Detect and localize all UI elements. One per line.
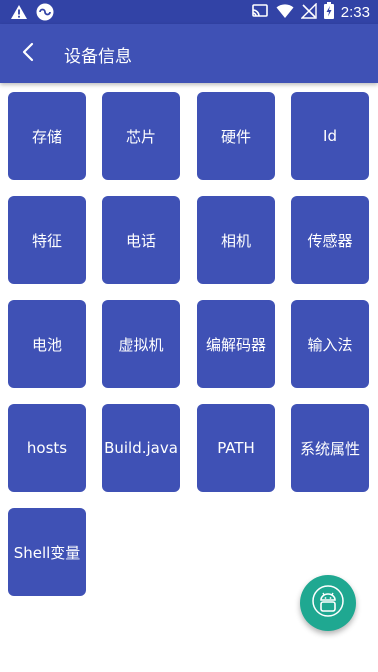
- tile-label: 编解码器: [205, 335, 266, 354]
- back-button[interactable]: [12, 38, 44, 70]
- tile-7[interactable]: 相机: [197, 196, 275, 284]
- tile-1[interactable]: 存储: [8, 92, 86, 180]
- back-arrow-icon: [20, 42, 36, 66]
- tile-9[interactable]: 电池: [8, 300, 86, 388]
- tile-11[interactable]: 编解码器: [197, 300, 275, 388]
- tile-label: Build.java: [104, 439, 178, 457]
- tile-label: Shell变量: [13, 543, 81, 562]
- tile-label: 电话: [125, 231, 156, 250]
- warning-icon: [10, 4, 28, 24]
- battery-charging-icon: [323, 2, 334, 23]
- status-bar: 2:33: [0, 0, 378, 24]
- tile-13[interactable]: hosts: [8, 404, 86, 492]
- tile-label: 电池: [31, 335, 62, 354]
- tile-label: 虚拟机: [118, 335, 164, 354]
- tile-label: Id: [323, 127, 337, 145]
- tile-5[interactable]: 特征: [8, 196, 86, 284]
- tile-label: 硬件: [220, 127, 251, 146]
- tile-label: 相机: [220, 231, 251, 250]
- cast-icon: [251, 3, 269, 23]
- android-fab-button[interactable]: [300, 575, 356, 631]
- tile-label: 传感器: [307, 231, 353, 250]
- tile-10[interactable]: 虚拟机: [102, 300, 180, 388]
- tile-label: hosts: [26, 439, 68, 457]
- android-icon: [311, 584, 345, 622]
- tile-2[interactable]: 芯片: [102, 92, 180, 180]
- app-bar: 设备信息: [0, 24, 378, 83]
- wifi-icon: [276, 3, 294, 23]
- tile-label: 特征: [31, 231, 62, 250]
- page-title: 设备信息: [64, 47, 132, 67]
- tile-label: PATH: [217, 439, 255, 457]
- tile-12[interactable]: 输入法: [291, 300, 369, 388]
- tile-6[interactable]: 电话: [102, 196, 180, 284]
- tile-3[interactable]: 硬件: [197, 92, 275, 180]
- tile-label: 系统属性: [299, 439, 360, 458]
- tile-label: 输入法: [307, 335, 353, 354]
- tile-17[interactable]: Shell变量: [8, 508, 86, 596]
- tile-label: 芯片: [125, 127, 156, 146]
- status-time: 2:33: [340, 4, 370, 21]
- sync-app-icon: [36, 3, 54, 25]
- tile-16[interactable]: 系统属性: [291, 404, 369, 492]
- tile-8[interactable]: 传感器: [291, 196, 369, 284]
- tile-14[interactable]: Build.java: [102, 404, 180, 492]
- tile-4[interactable]: Id: [291, 92, 369, 180]
- tile-label: 存储: [31, 127, 62, 146]
- tile-15[interactable]: PATH: [197, 404, 275, 492]
- no-signal-icon: [300, 1, 317, 23]
